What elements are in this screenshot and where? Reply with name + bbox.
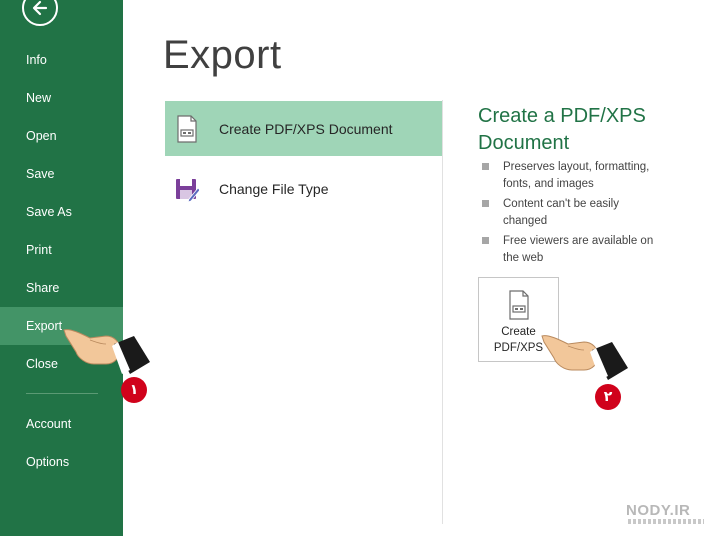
- pointing-hand-icon: [541, 335, 628, 380]
- list-item: Free viewers are available on the web: [482, 233, 662, 266]
- nav-print[interactable]: Print: [0, 231, 123, 269]
- watermark-logo: NODY.IR: [626, 502, 691, 519]
- bullet-text: Content can't be easily changed: [503, 198, 619, 227]
- option-create-pdf-xps[interactable]: Create PDF/XPS Document: [165, 101, 442, 156]
- nav-new[interactable]: New: [0, 79, 123, 117]
- watermark-underline: [628, 519, 704, 524]
- floppy-disk-icon: [176, 178, 199, 203]
- option-label: Create PDF/XPS Document: [219, 120, 393, 137]
- nav-options[interactable]: Options: [0, 443, 123, 481]
- pdf-document-icon: [508, 290, 529, 320]
- back-arrow-icon: [32, 0, 48, 16]
- nav-open[interactable]: Open: [0, 117, 123, 155]
- nav-share[interactable]: Share: [0, 269, 123, 307]
- bullet-square-icon: [482, 200, 489, 207]
- backstage-sidebar: Info New Open Save Save As Print Share E…: [0, 0, 123, 536]
- bullet-square-icon: [482, 237, 489, 244]
- detail-title: Create a PDF/XPS Document: [478, 105, 646, 154]
- nav-save[interactable]: Save: [0, 155, 123, 193]
- pdf-document-icon: [177, 114, 197, 143]
- back-button[interactable]: [22, 0, 58, 26]
- step-badge-1: ١: [121, 377, 147, 403]
- option-label: Change File Type: [219, 180, 329, 197]
- option-change-file-type[interactable]: Change File Type: [165, 161, 442, 216]
- bullet-square-icon: [482, 163, 489, 170]
- panel-divider: [442, 100, 443, 524]
- page-title: Export: [163, 33, 282, 77]
- feature-list: Preserves layout, formatting, fonts, and…: [482, 159, 662, 270]
- nav-save-as[interactable]: Save As: [0, 193, 123, 231]
- nav-divider: [26, 393, 98, 394]
- nav-account[interactable]: Account: [0, 405, 123, 443]
- nav-info[interactable]: Info: [0, 41, 123, 79]
- list-item: Content can't be easily changed: [482, 196, 662, 229]
- step-badge-2: ٢: [595, 384, 621, 410]
- bullet-text: Preserves layout, formatting, fonts, and…: [503, 161, 650, 190]
- list-item: Preserves layout, formatting, fonts, and…: [482, 159, 662, 192]
- bullet-text: Free viewers are available on the web: [503, 235, 654, 264]
